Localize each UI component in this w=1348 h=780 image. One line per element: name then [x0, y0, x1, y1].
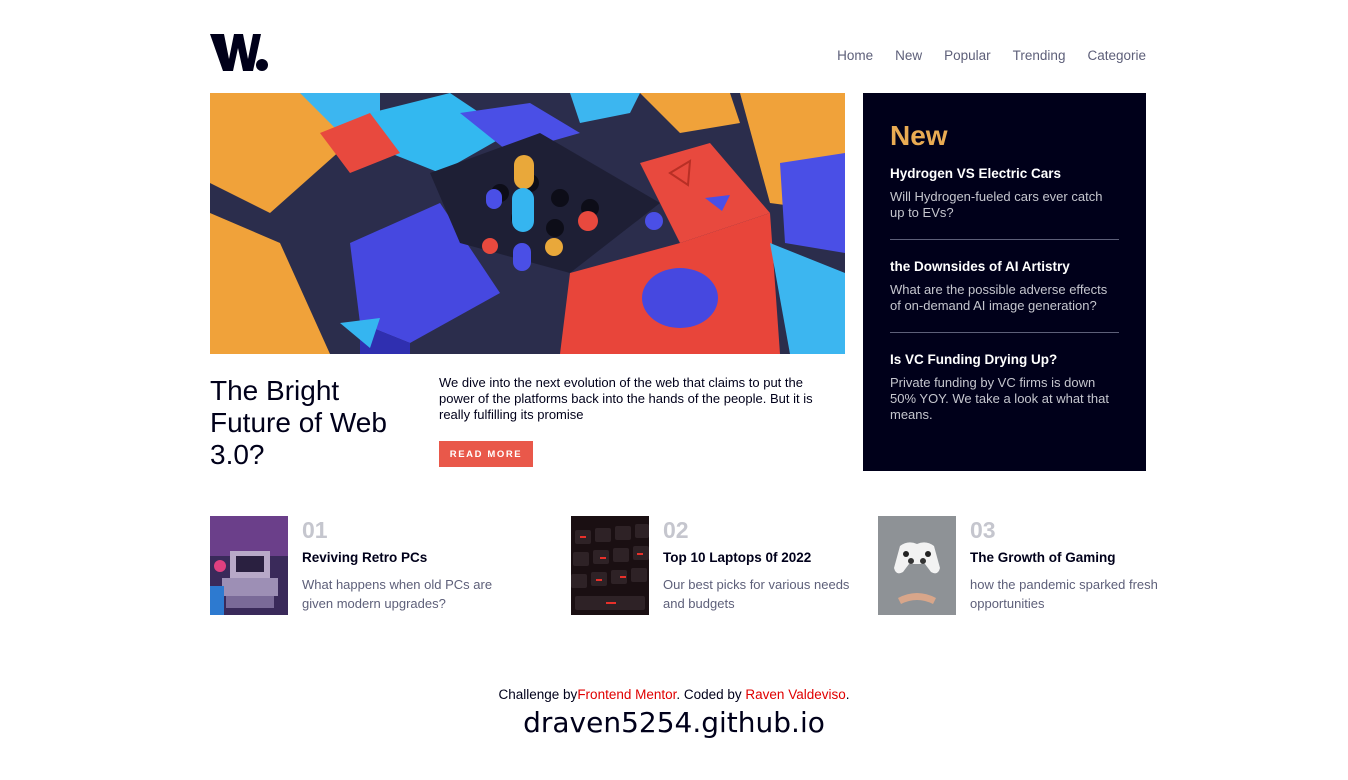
new-item[interactable]: the Downsides of AI Artistry What are th… — [890, 258, 1119, 333]
card-number: 01 — [302, 517, 328, 543]
new-item-title[interactable]: the Downsides of AI Artistry — [890, 258, 1119, 276]
hero-description: We dive into the next evolution of the w… — [439, 375, 813, 422]
new-item-title[interactable]: Hydrogen VS Electric Cars — [890, 165, 1119, 183]
new-item[interactable]: Hydrogen VS Electric Cars Will Hydrogen-… — [890, 165, 1119, 240]
nav-trending[interactable]: Trending — [1013, 48, 1066, 64]
new-articles-panel: New Hydrogen VS Electric Cars Will Hydro… — [863, 93, 1146, 471]
nav-categories[interactable]: Categorie — [1087, 48, 1146, 64]
card-title[interactable]: The Growth of Gaming — [970, 550, 1170, 566]
new-item-desc: What are the possible adverse effects of… — [890, 282, 1108, 313]
new-item-desc: Private funding by VC firms is down 50% … — [890, 375, 1109, 422]
card-desc: how the pandemic sparked fresh opportuni… — [970, 577, 1158, 611]
card-desc: Our best picks for various needs and bud… — [663, 577, 850, 611]
card-title[interactable]: Reviving Retro PCs — [302, 550, 502, 566]
attribution-prefix: Challenge by — [498, 687, 578, 702]
laptops-thumbnail — [571, 516, 649, 615]
nav-home[interactable]: Home — [837, 48, 873, 64]
new-item-title[interactable]: Is VC Funding Drying Up? — [890, 351, 1119, 369]
attribution-middle: . Coded by — [676, 687, 746, 702]
frontend-mentor-link[interactable]: Frontend Mentor — [577, 687, 676, 702]
retro-pcs-thumbnail — [210, 516, 288, 615]
card-number: 02 — [663, 517, 689, 543]
article-card-retro-pcs[interactable]: 01 Reviving Retro PCs What happens when … — [210, 516, 502, 615]
attribution: Challenge byFrontend Mentor. Coded by Ra… — [0, 686, 1348, 704]
nav-new[interactable]: New — [895, 48, 922, 64]
article-card-laptops[interactable]: 02 Top 10 Laptops 0f 2022 Our best picks… — [571, 516, 863, 615]
author-link[interactable]: Raven Valdeviso — [745, 687, 845, 702]
nav-popular[interactable]: Popular — [944, 48, 991, 64]
article-card-gaming[interactable]: 03 The Growth of Gaming how the pandemic… — [878, 516, 1170, 615]
hero-title: The Bright Future of Web 3.0? — [210, 375, 387, 470]
new-panel-heading: New — [890, 120, 948, 151]
new-item[interactable]: Is VC Funding Drying Up? Private funding… — [890, 351, 1119, 441]
main-nav: Home New Popular Trending Categorie — [837, 48, 1146, 64]
read-more-button[interactable]: READ MORE — [439, 441, 533, 467]
card-title[interactable]: Top 10 Laptops 0f 2022 — [663, 550, 863, 566]
card-number: 03 — [970, 517, 996, 543]
site-domain: draven5254.github.io — [523, 706, 825, 739]
gaming-thumbnail — [878, 516, 956, 615]
attribution-suffix: . — [845, 687, 850, 702]
footer: Challenge byFrontend Mentor. Coded by Ra… — [0, 686, 1348, 740]
hero-image — [210, 93, 845, 354]
card-desc: What happens when old PCs are given mode… — [302, 577, 493, 611]
new-item-desc: Will Hydrogen-fueled cars ever catch up … — [890, 189, 1103, 220]
site-logo[interactable] — [210, 34, 268, 72]
